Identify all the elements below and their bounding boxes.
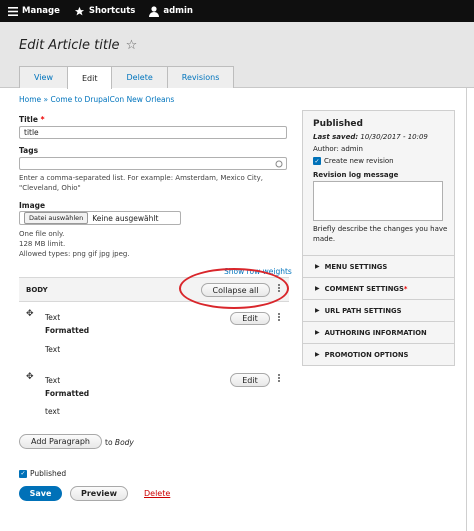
last-saved-label: Last saved: (313, 133, 359, 141)
revision-help-line-2: made. (313, 235, 336, 243)
authoring-information-label: AUTHORING INFORMATION (324, 328, 427, 337)
page-title: Edit Article title ☆ (19, 38, 137, 53)
last-saved: Last saved: 10/30/2017 - 10:09 (313, 133, 428, 141)
paragraph-1-format: Formatted (45, 326, 90, 335)
new-revision-row[interactable]: ✓ Create new revision (313, 157, 394, 165)
paragraph-2-content: text (45, 407, 60, 416)
paragraph-2-kebab-icon[interactable] (278, 373, 281, 383)
file-status: Keine ausgewählt (92, 213, 159, 223)
add-paragraph-target: to Body (105, 438, 134, 447)
required-marker: * (40, 115, 45, 124)
shortcuts-label: Shortcuts (88, 6, 136, 16)
author-line: Author: admin (313, 145, 363, 153)
title-input[interactable]: title (19, 126, 287, 139)
promotion-options-label: PROMOTION OPTIONS (324, 350, 409, 359)
required-marker: * (403, 284, 408, 293)
image-help-line-1: One file only. (19, 230, 65, 238)
tags-help-line-2: "Cleveland, Ohio" (19, 184, 81, 192)
paragraph-1-edit-button[interactable]: Edit (230, 312, 270, 325)
delete-link[interactable]: Delete (144, 489, 170, 498)
choose-file-button[interactable]: Datei auswählen (24, 212, 89, 224)
menu-settings-section[interactable]: ▶ MENU SETTINGS (303, 255, 454, 277)
tab-revisions[interactable]: Revisions (166, 66, 235, 88)
shortcuts-menu[interactable]: Shortcuts (74, 6, 135, 17)
tab-edit[interactable]: Edit (66, 66, 113, 89)
meta-sidebar: Published Last saved: 10/30/2017 - 10:09… (302, 110, 455, 366)
shortcut-star-icon[interactable]: ☆ (126, 38, 138, 53)
menu-settings-label: MENU SETTINGS (324, 262, 388, 271)
new-revision-label: Create new revision (324, 157, 394, 165)
paragraph-1-content: Text (45, 345, 61, 354)
revision-log-textarea[interactable] (313, 181, 443, 221)
annotation-circle (179, 268, 289, 309)
title-label-text: Title (19, 115, 38, 124)
published-checkbox-row[interactable]: ✓ Published (19, 469, 66, 478)
add-paragraph-button[interactable]: Add Paragraph (19, 434, 102, 449)
url-path-settings-section[interactable]: ▶ URL PATH SETTINGS (303, 299, 454, 321)
paragraph-1-kebab-icon[interactable] (278, 312, 281, 322)
comment-settings-label: COMMENT SETTINGS (324, 284, 404, 293)
user-label: admin (163, 6, 193, 16)
tab-delete[interactable]: Delete (111, 66, 168, 88)
star-icon (74, 6, 84, 15)
paragraph-2-type: Text (45, 376, 61, 385)
promotion-options-section[interactable]: ▶ PROMOTION OPTIONS (303, 343, 454, 365)
tags-help-line-1: Enter a comma-separated list. For exampl… (19, 174, 263, 182)
authoring-information-section[interactable]: ▶ AUTHORING INFORMATION (303, 321, 454, 343)
tags-label: Tags (19, 146, 39, 155)
save-button[interactable]: Save (19, 486, 62, 501)
image-help-line-3: Allowed types: png gif jpg jpeg. (19, 250, 130, 258)
page-title-text: Edit Article title (19, 38, 120, 53)
page-edge (466, 88, 474, 531)
revision-log-label: Revision log message (313, 171, 399, 179)
paragraph-1-type: Text (45, 313, 61, 322)
published-label: Published (30, 469, 67, 478)
local-tabs: View Edit Delete Revisions (19, 66, 235, 89)
sidebar-status: Published (313, 119, 363, 129)
paragraph-2-format: Formatted (45, 389, 90, 398)
autocomplete-icon (275, 160, 283, 167)
manage-label: Manage (22, 6, 60, 16)
revision-help-line-1: Briefly describe the changes you have (313, 225, 448, 233)
revision-help: Briefly describe the changes you have ma… (313, 224, 447, 244)
add-paragraph-target-name: Body (114, 438, 134, 447)
last-saved-value: 10/30/2017 - 10:09 (360, 133, 428, 141)
title-label: Title * (19, 115, 45, 124)
image-help: One file only. 128 MB limit. Allowed typ… (19, 229, 130, 259)
tags-help: Enter a comma-separated list. For exampl… (19, 173, 263, 193)
expand-triangle-icon: ▶ (315, 285, 320, 292)
image-label: Image (19, 201, 46, 210)
add-paragraph-to: to (105, 438, 113, 447)
new-revision-checkbox[interactable]: ✓ (313, 157, 321, 165)
body-label: BODY (26, 286, 48, 294)
comment-settings-section[interactable]: ▶ COMMENT SETTINGS * (303, 277, 454, 299)
expand-triangle-icon: ▶ (315, 329, 320, 336)
user-menu[interactable]: admin (149, 5, 193, 17)
url-path-settings-label: URL PATH SETTINGS (324, 306, 402, 315)
image-help-line-2: 128 MB limit. (19, 240, 66, 248)
page-header: Edit Article title ☆ View Edit Delete Re… (0, 22, 474, 89)
tab-view[interactable]: View (19, 66, 68, 88)
drag-handle-icon[interactable]: ✥ (26, 372, 34, 382)
manage-menu[interactable]: Manage (8, 6, 60, 16)
expand-triangle-icon: ▶ (315, 263, 320, 270)
tags-input[interactable] (19, 157, 287, 170)
admin-toolbar: Manage Shortcuts admin (0, 0, 474, 22)
expand-triangle-icon: ▶ (315, 351, 320, 358)
drag-handle-icon[interactable]: ✥ (26, 309, 34, 319)
expand-triangle-icon: ▶ (315, 307, 320, 314)
published-checkbox[interactable]: ✓ (19, 469, 27, 478)
image-file-input[interactable]: Datei auswählen Keine ausgewählt (19, 211, 181, 225)
preview-button[interactable]: Preview (70, 486, 128, 501)
paragraph-2-edit-button[interactable]: Edit (230, 373, 270, 387)
user-icon (149, 5, 160, 17)
hamburger-icon (8, 6, 18, 16)
breadcrumb[interactable]: Home » Come to DrupalCon New Orleans (19, 95, 174, 104)
